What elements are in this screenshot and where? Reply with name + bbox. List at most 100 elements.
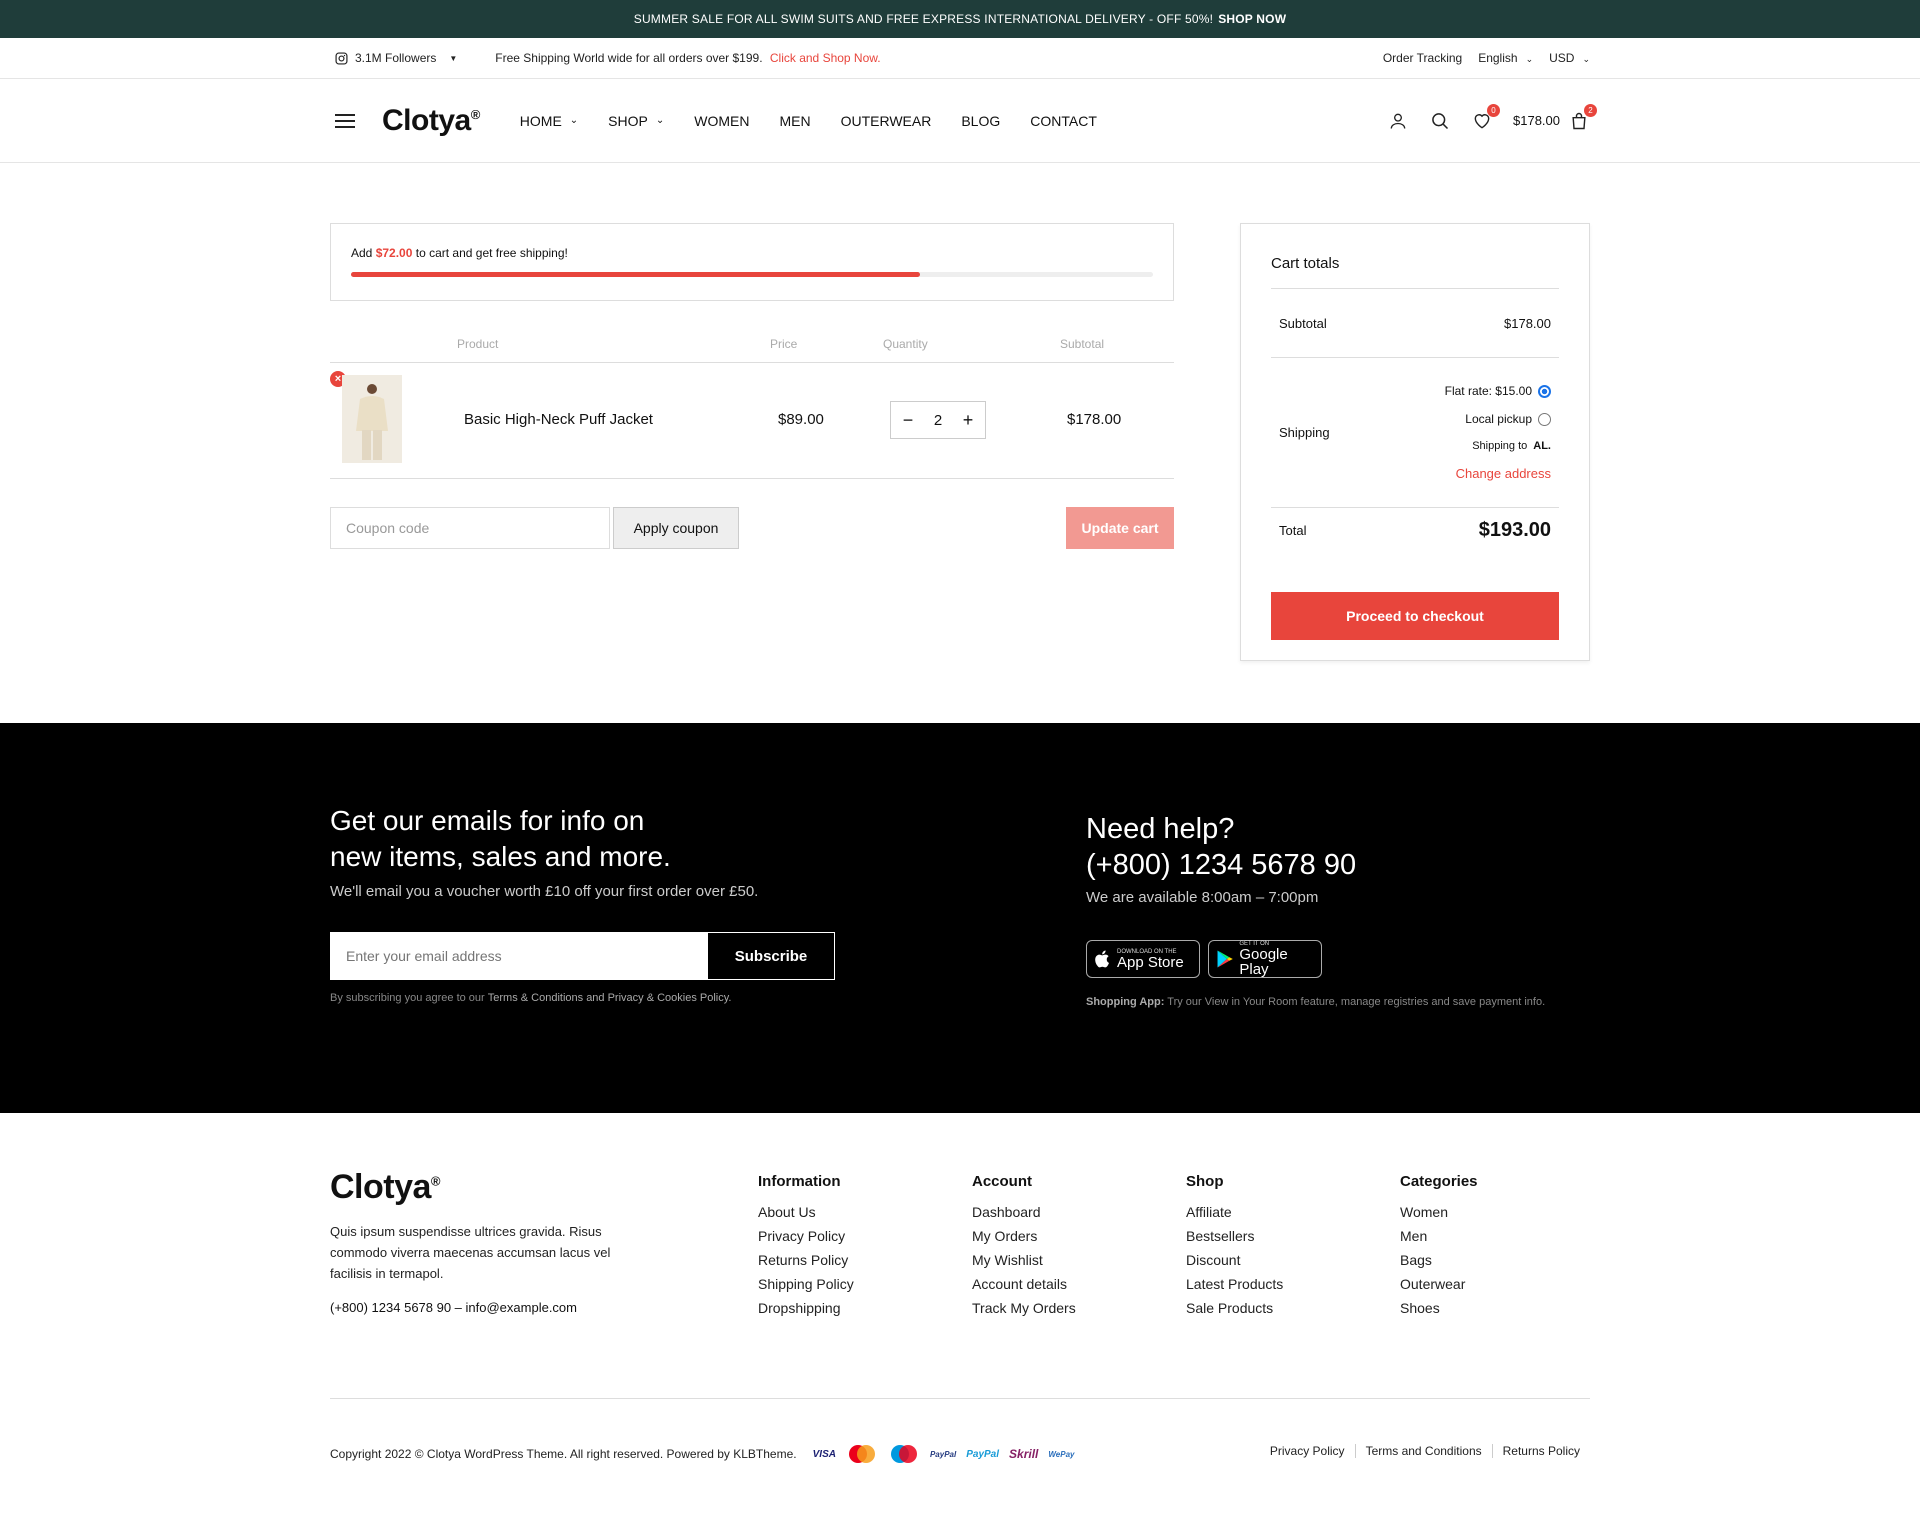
app-note-text: Try our View in Your Room feature, manag… <box>1167 996 1546 1008</box>
footer-link[interactable]: About Us <box>758 1204 854 1220</box>
app-note: Shopping App: Try our View in Your Room … <box>1086 996 1545 1008</box>
legal-links: Privacy Policy Terms and Conditions Retu… <box>1260 1444 1590 1458</box>
msg-suffix: to cart and get free shipping! <box>415 246 568 260</box>
shipping-country: AL. <box>1533 440 1551 452</box>
search-icon[interactable] <box>1429 110 1451 132</box>
google-play-badge[interactable]: GET IT ON Google Play <box>1208 940 1322 978</box>
footer-link[interactable]: Shipping Policy <box>758 1276 854 1292</box>
footer-link[interactable]: Returns Policy <box>758 1252 854 1268</box>
terms-link[interactable]: Terms and Conditions <box>1354 1444 1492 1458</box>
email-input[interactable] <box>330 932 707 980</box>
shop-now-link[interactable]: SHOP NOW <box>1218 12 1286 26</box>
cart-table: Product Price Quantity Subtotal × Basic … <box>330 323 1174 479</box>
instagram-followers[interactable]: 3.1M Followers ▼ <box>335 51 457 65</box>
shop-now-inline-link[interactable]: Click and Shop Now. <box>770 51 881 65</box>
followers-count: 3.1M Followers <box>355 51 437 65</box>
footer-link[interactable]: Women <box>1400 1204 1478 1220</box>
msg-amount: $72.00 <box>375 246 413 260</box>
local-pickup-option[interactable]: Local pickup <box>1445 412 1551 426</box>
footer-link[interactable]: Dashboard <box>972 1204 1076 1220</box>
total-label: Total <box>1279 522 1307 538</box>
nav-shop[interactable]: SHOP ⌄ <box>608 113 664 129</box>
cart-button[interactable]: $178.00 2 <box>1513 103 1597 132</box>
currency-select[interactable]: USD ⌄ <box>1549 51 1590 65</box>
nav-label: MEN <box>779 112 811 129</box>
cart-totals: Cart totals Subtotal $178.00 Shipping Fl… <box>1240 223 1590 661</box>
footer-link[interactable]: Bags <box>1400 1252 1478 1268</box>
quantity-value[interactable]: 2 <box>934 412 942 429</box>
newsletter-section: Get our emails for info on new items, sa… <box>0 723 1920 1113</box>
nav-home[interactable]: HOME ⌄ <box>520 113 578 129</box>
promo-bar: SUMMER SALE FOR ALL SWIM SUITS AND FREE … <box>0 0 1920 38</box>
nav-women[interactable]: WOMEN <box>694 113 749 129</box>
radio-selected-icon[interactable] <box>1538 384 1551 398</box>
footer-link[interactable]: Bestsellers <box>1186 1228 1283 1244</box>
cart-totals-title: Cart totals <box>1271 224 1559 289</box>
play-icon <box>1217 950 1233 968</box>
cart-count-badge: 2 <box>1584 103 1597 117</box>
site-logo[interactable]: Clotya® <box>382 104 480 138</box>
cart-page: Add $72.00 to cart and get free shipping… <box>0 163 1920 723</box>
footer-logo[interactable]: Clotya® <box>330 1168 630 1207</box>
app-note-label: Shopping App: <box>1086 996 1165 1008</box>
wepay-icon: WePay <box>1048 1449 1075 1459</box>
proceed-to-checkout-button[interactable]: Proceed to checkout <box>1271 592 1559 640</box>
coupon-input[interactable] <box>330 507 610 549</box>
skrill-icon: Skrill <box>1009 1447 1039 1461</box>
apply-coupon-button[interactable]: Apply coupon <box>613 507 739 549</box>
visa-icon: VISA <box>812 1448 836 1460</box>
footer-link[interactable]: My Orders <box>972 1228 1076 1244</box>
footer-link[interactable]: Shoes <box>1400 1300 1478 1316</box>
footer-link[interactable]: Latest Products <box>1186 1276 1283 1292</box>
product-thumbnail[interactable] <box>342 375 402 463</box>
wishlist-icon[interactable]: 0 <box>1471 103 1500 132</box>
shipping-destination: Shipping to AL. <box>1445 440 1551 452</box>
app-store-badge[interactable]: DOWNLOAD ON THE App Store <box>1086 940 1200 978</box>
radio-empty-icon[interactable] <box>1538 412 1551 426</box>
total-row: Total $193.00 <box>1271 508 1559 552</box>
utility-bar: 3.1M Followers ▼ Free Shipping World wid… <box>0 38 1920 79</box>
free-shipping-note: Free Shipping World wide for all orders … <box>495 51 880 65</box>
flat-rate-option[interactable]: Flat rate: $15.00 <box>1445 384 1551 398</box>
nav-contact[interactable]: CONTACT <box>1030 113 1097 129</box>
local-pickup-label: Local pickup <box>1465 412 1532 426</box>
footer-link[interactable]: Privacy Policy <box>758 1228 854 1244</box>
subscribe-button[interactable]: Subscribe <box>707 932 835 980</box>
newsletter-form: Subscribe <box>330 932 880 980</box>
update-cart-button[interactable]: Update cart <box>1066 507 1174 549</box>
change-address-link[interactable]: Change address <box>1445 466 1551 481</box>
help-availability: We are available 8:00am – 7:00pm <box>1086 889 1319 906</box>
footer-link[interactable]: Track My Orders <box>972 1300 1076 1316</box>
footer-link[interactable]: Sale Products <box>1186 1300 1283 1316</box>
product-name[interactable]: Basic High-Neck Puff Jacket <box>464 411 653 428</box>
plus-icon[interactable]: + <box>961 410 975 431</box>
footer-column-shop: Shop Affiliate Bestsellers Discount Late… <box>1186 1173 1283 1324</box>
order-tracking-link[interactable]: Order Tracking <box>1383 51 1462 65</box>
nav-blog[interactable]: BLOG <box>961 113 1000 129</box>
nav-outerwear[interactable]: OUTERWEAR <box>841 113 932 129</box>
terms-link[interactable]: Terms & Conditions and Privacy & Cookies… <box>488 992 732 1004</box>
footer-link[interactable]: My Wishlist <box>972 1252 1076 1268</box>
footer-link[interactable]: Discount <box>1186 1252 1283 1268</box>
privacy-policy-link[interactable]: Privacy Policy <box>1260 1444 1355 1458</box>
instagram-icon <box>335 51 348 65</box>
footer-link[interactable]: Outerwear <box>1400 1276 1478 1292</box>
nav-men[interactable]: MEN <box>779 113 810 129</box>
footer-link[interactable]: Dropshipping <box>758 1300 854 1316</box>
footer-link[interactable]: Affiliate <box>1186 1204 1283 1220</box>
footer-link[interactable]: Account details <box>972 1276 1076 1292</box>
help-phone[interactable]: (+800) 1234 5678 90 <box>1086 849 1356 881</box>
newsletter-subtitle: We'll email you a voucher worth £10 off … <box>330 883 759 900</box>
caret-down-icon: ▼ <box>449 53 458 63</box>
user-icon[interactable] <box>1387 110 1409 132</box>
returns-policy-link[interactable]: Returns Policy <box>1491 1444 1590 1458</box>
google-play-label: Google Play <box>1239 946 1288 978</box>
site-header: Clotya® HOME ⌄ SHOP ⌄ WOMEN MEN OUTERWEAR … <box>0 79 1920 163</box>
menu-icon[interactable] <box>335 110 355 132</box>
copyright-text: Copyright 2022 © Clotya WordPress Theme.… <box>330 1447 797 1461</box>
footer-contact: (+800) 1234 5678 90 – info@example.com <box>330 1300 577 1315</box>
minus-icon[interactable]: − <box>901 410 915 431</box>
language-select[interactable]: English ⌄ <box>1478 51 1533 65</box>
footer-link[interactable]: Men <box>1400 1228 1478 1244</box>
footer-column-account: Account Dashboard My Orders My Wishlist … <box>972 1173 1076 1324</box>
